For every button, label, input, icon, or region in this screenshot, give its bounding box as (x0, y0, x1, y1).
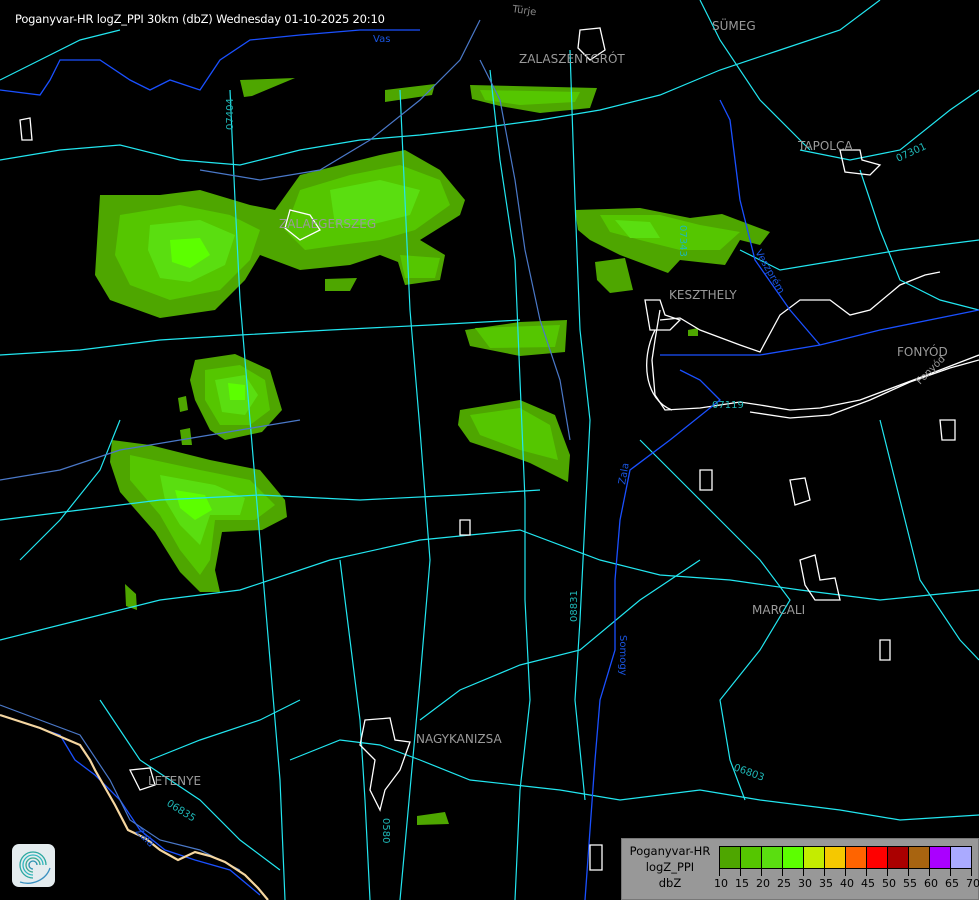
legend-tick-label: 20 (756, 877, 770, 890)
river-label: Somogy (617, 635, 628, 676)
place-label: NAGYKANIZSA (416, 732, 502, 746)
legend-color-bar (719, 846, 972, 869)
legend-tick-label: 35 (819, 877, 833, 890)
legend-tick-label: 15 (735, 877, 749, 890)
river-label: Vas (373, 34, 390, 45)
legend-swatch (846, 847, 867, 868)
legend-tick-mark (929, 868, 930, 876)
legend-tick-label: 30 (798, 877, 812, 890)
legend-swatch (762, 847, 783, 868)
place-label: SÜMEG (712, 17, 756, 33)
legend-swatch (867, 847, 888, 868)
legend-swatch (951, 847, 971, 868)
road-number: 07404 (225, 98, 236, 130)
legend-swatch (825, 847, 846, 868)
road-number: 08831 (569, 590, 580, 622)
legend-unit: dbZ (658, 876, 682, 890)
color-scale-legend: Poganyvar-HR logZ_PPI dbZ 10 15 20 25 30 35 40… (621, 838, 979, 900)
legend-swatch (720, 847, 741, 868)
place-label: LETENYE (148, 774, 201, 788)
radar-product-title: Poganyvar-HR logZ_PPI 30km (dbZ) Wednesd… (15, 12, 385, 26)
legend-tick-label: 55 (903, 877, 917, 890)
legend-tick-label: 25 (777, 877, 791, 890)
legend-ticks: 10 15 20 25 30 35 40 45 50 55 60 65 70 (711, 868, 979, 891)
legend-tick-mark (950, 868, 951, 876)
legend-tick-mark (719, 868, 720, 876)
legend-tick-mark (761, 868, 762, 876)
legend-product: logZ_PPI (645, 860, 695, 874)
legend-tick-mark (845, 868, 846, 876)
road-number: 07119 (712, 400, 744, 411)
radar-map[interactable]: SÜMEG ZALASZENTGRÓT TAPOLCA ZALAEGERSZEG… (0, 0, 979, 900)
legend-tick-label: 10 (714, 877, 728, 890)
legend-swatch (888, 847, 909, 868)
legend-tick-mark (803, 868, 804, 876)
legend-tick-label: 50 (882, 877, 896, 890)
legend-tick-label: 60 (924, 877, 938, 890)
legend-tick-mark (740, 868, 741, 876)
place-label: KESZTHELY (669, 288, 737, 302)
legend-tick-label: 40 (840, 877, 854, 890)
legend-tick-mark (908, 868, 909, 876)
legend-tick-label: 70 (966, 877, 979, 890)
legend-swatch (909, 847, 930, 868)
road-number: 07343 (677, 225, 688, 257)
legend-tick-mark (866, 868, 867, 876)
place-label: ZALASZENTGRÓT (519, 51, 625, 66)
swirl-logo-icon (12, 844, 55, 887)
legend-swatch (804, 847, 825, 868)
legend-swatch (930, 847, 951, 868)
place-label: MARCALI (752, 603, 805, 617)
echo-cell (180, 428, 192, 445)
legend-tick-mark (824, 868, 825, 876)
legend-radar-name: Poganyvar-HR (629, 844, 711, 858)
place-label: TAPOLCA (797, 139, 853, 153)
road-number: 0580 (380, 818, 391, 843)
legend-swatch (741, 847, 762, 868)
legend-tick-label: 65 (945, 877, 959, 890)
legend-swatch (783, 847, 804, 868)
place-label: ZALAEGERSZEG (279, 217, 376, 231)
legend-tick-mark (971, 868, 972, 876)
legend-tick-mark (782, 868, 783, 876)
legend-tick-mark (887, 868, 888, 876)
legend-tick-label: 45 (861, 877, 875, 890)
